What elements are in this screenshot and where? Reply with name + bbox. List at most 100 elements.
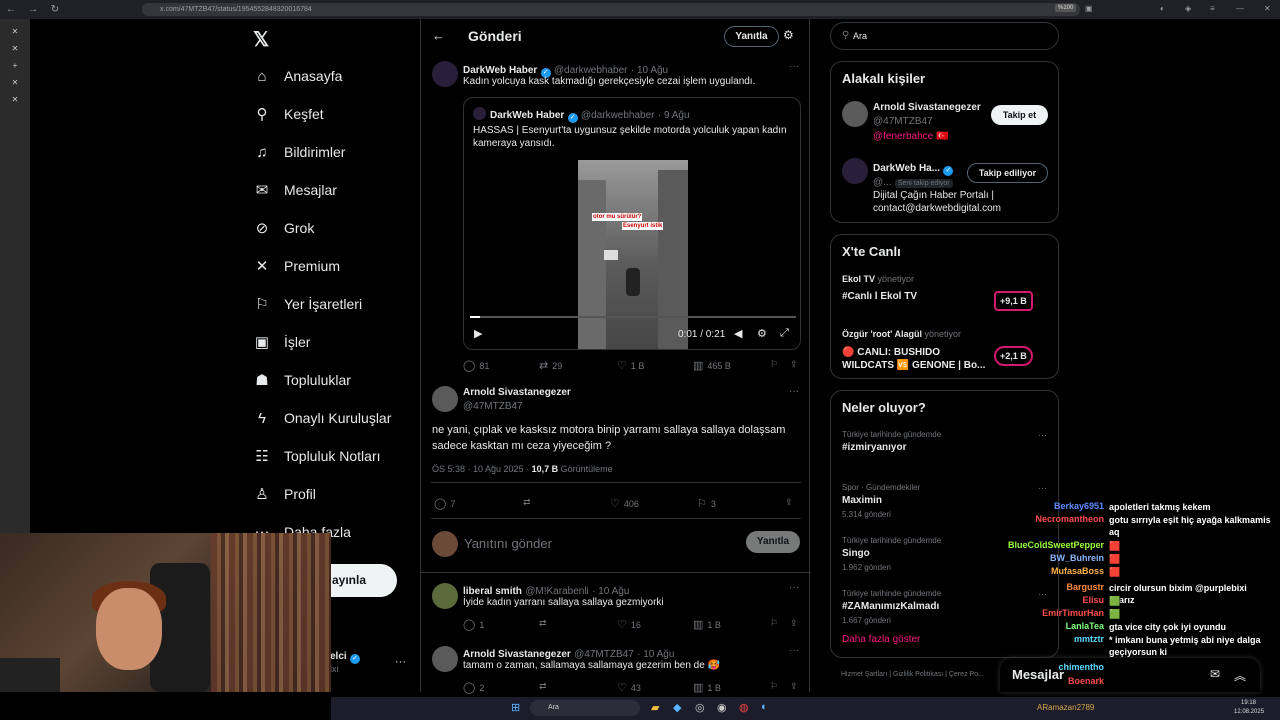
like-action[interactable]: ♡ 43 (617, 681, 641, 694)
sidebar-item[interactable]: ♫ Bildirimler (253, 140, 345, 164)
tab-icon[interactable]: ✕ (0, 95, 30, 104)
address-bar[interactable]: x.com/47MTZB47/status/195455284832001678… (142, 3, 1080, 16)
messages-drawer[interactable]: Mesajlar ✉ ︽ (1000, 658, 1260, 692)
bookmark-icon[interactable]: ⚐ (770, 618, 778, 629)
steam-icon[interactable]: ◎ (695, 701, 705, 714)
settings-icon[interactable]: ⚙ (757, 327, 767, 340)
reply-author-name[interactable]: liberal smith (463, 586, 522, 597)
avatar[interactable] (842, 158, 868, 184)
sidebar-item[interactable]: ϟ Onaylı Kuruluşlar (253, 406, 391, 430)
play-icon[interactable]: ▶ (474, 327, 482, 340)
reload-icon[interactable]: ↻ (44, 4, 66, 15)
search-box[interactable]: ⚲ Ara (830, 22, 1059, 50)
author-handle[interactable]: @darkwebhaber (554, 65, 628, 76)
obs-icon[interactable]: ◉ (717, 701, 727, 714)
new-message-icon[interactable]: ✉ (1210, 667, 1220, 681)
tab-icon[interactable]: ✕ (0, 78, 30, 87)
following-button[interactable]: Takip ediliyor (967, 163, 1048, 183)
footer-links[interactable]: Hizmet Şartları | Gizlilik Politikası | … (841, 671, 984, 678)
clock-date[interactable]: 12.08.2025 (1234, 709, 1264, 715)
profile-icon[interactable]: ◐ (1160, 4, 1165, 13)
zoom-level[interactable]: %100 (1055, 4, 1077, 12)
reply-action[interactable]: ◯ 81 (463, 359, 489, 372)
like-action[interactable]: ♡ 406 (610, 497, 639, 510)
post-button[interactable]: ayınla (330, 564, 397, 597)
browser-icon[interactable]: ◍ (739, 701, 749, 714)
x-logo-icon[interactable]: 𝕏 (253, 27, 269, 52)
avatar[interactable] (842, 101, 868, 127)
more-options-icon[interactable]: ··· (1038, 483, 1047, 493)
close-window-icon[interactable]: ✕ (1264, 4, 1271, 13)
more-options-icon[interactable]: ··· (789, 582, 799, 593)
sidebar-item[interactable]: ✕ Premium (253, 254, 340, 278)
tab-icon[interactable]: ✕ (0, 27, 30, 36)
menu-icon[interactable]: ≡ (1210, 4, 1215, 13)
follow-button[interactable]: Takip et (991, 105, 1048, 125)
live-title[interactable]: 🔴 CANLI: BUSHIDO WILDCATS 🆚 GENONE | Bo.… (842, 346, 992, 372)
account-more-icon[interactable]: ··· (395, 656, 406, 668)
extension-icon[interactable]: ▣ (1085, 4, 1093, 13)
sidebar-item[interactable]: ☗ Topluluklar (253, 368, 351, 392)
post-timestamp[interactable]: ÖS 5:38 · 10 Ağu 2025 · (432, 464, 532, 474)
live-listener-count[interactable]: +9,1 B (994, 291, 1033, 311)
repost-action[interactable]: ⇄ 29 (539, 359, 562, 372)
sidebar-item[interactable]: ⊘ Grok (253, 216, 315, 240)
repost-icon[interactable]: ⇄ (539, 618, 547, 629)
live-host[interactable]: Özgür 'root' Alagül (842, 329, 922, 339)
sidebar-item[interactable]: ⚲ Keşfet (253, 102, 324, 126)
clock-time[interactable]: 19:18 (1241, 700, 1256, 706)
taskbar-search[interactable]: Ara (530, 700, 640, 716)
person-name[interactable]: DarkWeb Ha... (873, 163, 940, 174)
search-input[interactable]: Ara (853, 31, 867, 41)
person-handle[interactable]: @... (873, 177, 892, 188)
live-listener-count[interactable]: +2,1 B (994, 346, 1033, 366)
reply-time[interactable]: · 10 Ağu (637, 649, 674, 660)
sidebar-item[interactable]: ♙ Profil (253, 482, 316, 506)
more-options-icon[interactable]: ··· (1038, 430, 1047, 440)
live-title[interactable]: #Canlı l Ekol TV (842, 291, 987, 302)
reply-action[interactable]: ◯ 2 (463, 681, 484, 694)
share-icon[interactable]: ⇪ (790, 681, 798, 692)
share-icon[interactable]: ⇪ (790, 618, 798, 629)
show-more-link[interactable]: Daha fazla göster (842, 634, 920, 645)
views-action[interactable]: ▥ 465 B (693, 359, 731, 372)
trend-item[interactable]: Türkiye tarihinde gündemde #ZAManımızKalm… (842, 589, 1047, 625)
sidebar-item[interactable]: ⚐ Yer İşaretleri (253, 292, 362, 316)
fullscreen-icon[interactable]: ⤢ (780, 327, 789, 340)
back-icon[interactable]: ← (0, 4, 22, 15)
volume-icon[interactable]: ◀ (734, 327, 742, 340)
back-arrow-icon[interactable]: ← (432, 28, 445, 43)
author-name[interactable]: Arnold Sivastanegezer (463, 387, 571, 398)
reply-author-name[interactable]: Arnold Sivastanegezer (463, 649, 571, 660)
more-options-icon[interactable]: ··· (789, 386, 799, 397)
filter-icon[interactable]: ⚙ (783, 28, 794, 42)
reply-time[interactable]: · 10 Ağu (592, 586, 629, 597)
sidebar-item[interactable]: ✉ Mesajlar (253, 178, 337, 202)
expand-icon[interactable]: ︽ (1234, 667, 1246, 684)
minimize-icon[interactable]: — (1236, 4, 1244, 13)
more-options-icon[interactable]: ··· (789, 645, 799, 656)
reply-input[interactable]: Yanıtını gönder (464, 536, 552, 551)
trend-item[interactable]: Türkiye tarihinde gündemde #izmiryanıyor ·… (842, 430, 1047, 457)
post-time[interactable]: · 10 Ağu (631, 65, 668, 76)
repost-icon[interactable]: ⇄ (523, 497, 531, 508)
share-icon[interactable]: ⇪ (790, 359, 798, 370)
bookmark-action[interactable]: ⚐ 3 (697, 497, 716, 510)
sidebar-item[interactable]: ☷ Topluluk Notları (253, 444, 380, 468)
forward-icon[interactable]: → (22, 4, 44, 15)
author-name[interactable]: DarkWeb Haber (463, 65, 537, 76)
person-name[interactable]: Arnold Sivastanegezer (873, 102, 981, 113)
author-handle[interactable]: @47MTZB47 (463, 401, 523, 412)
share-icon[interactable]: ⇪ (785, 497, 793, 508)
sidebar-item[interactable]: ▣ İşler (253, 330, 311, 354)
video-progress[interactable] (470, 316, 796, 318)
like-action[interactable]: ♡ 16 (617, 618, 641, 631)
views-action[interactable]: ▥ 1 B (693, 618, 721, 631)
reply-action[interactable]: ◯ 7 (434, 497, 455, 510)
shield-icon[interactable]: ◈ (1185, 4, 1191, 13)
person-handle[interactable]: @47MTZB47 (873, 116, 933, 127)
quoted-post-card[interactable]: DarkWeb Haber ✓ @darkwebhaber · 9 Ağu HA… (463, 97, 801, 350)
app-icon[interactable]: ◆ (673, 701, 681, 714)
more-options-icon[interactable]: ··· (789, 61, 799, 72)
sidebar-item[interactable]: ⌂ Anasayfa (253, 64, 342, 88)
